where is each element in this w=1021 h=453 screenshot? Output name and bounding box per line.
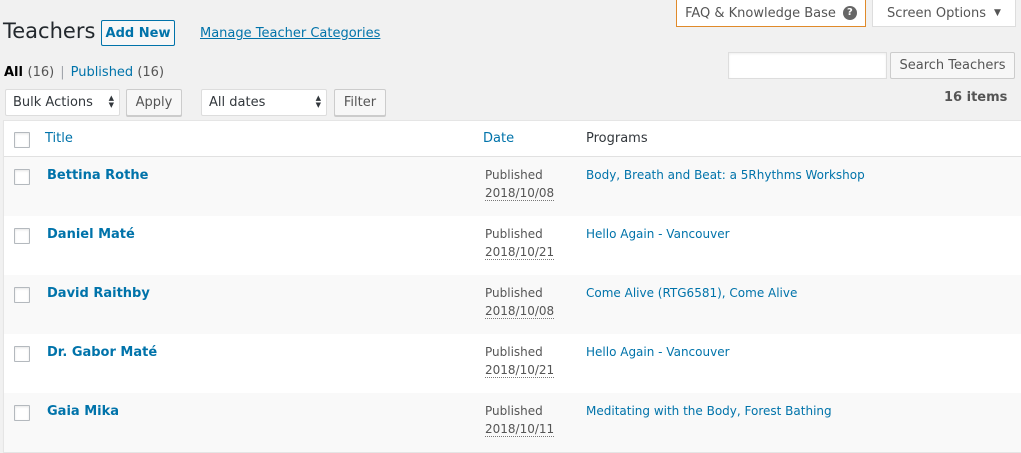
- bulk-actions-value: Bulk Actions: [13, 95, 93, 110]
- status-views: All (16) | Published (16): [4, 65, 164, 80]
- date-filter-select[interactable]: All dates ▲ ▼: [201, 89, 327, 116]
- table-header: Title Date Programs: [4, 121, 1021, 157]
- table-row: Dr. Gabor Maté Published 2018/10/21 Hell…: [4, 334, 1021, 393]
- faq-label: FAQ & Knowledge Base: [685, 5, 836, 21]
- row-checkbox[interactable]: [14, 346, 30, 362]
- caret-down-icon: ▼: [994, 8, 1001, 18]
- views-separator: |: [60, 65, 65, 80]
- question-circle-icon: ?: [842, 6, 857, 20]
- column-title-sort[interactable]: Title: [45, 131, 73, 146]
- table-row: Daniel Maté Published 2018/10/21 Hello A…: [4, 216, 1021, 275]
- items-count: 16 items: [944, 90, 1008, 105]
- teacher-name-link[interactable]: Bettina Rothe: [47, 168, 148, 183]
- screen-options-label: Screen Options: [887, 5, 987, 21]
- bulk-actions-select[interactable]: Bulk Actions ▲ ▼: [5, 89, 120, 116]
- screen-options-tab[interactable]: Screen Options ▼: [872, 0, 1016, 27]
- post-status: Published: [485, 345, 543, 359]
- post-date: 2018/10/11: [485, 422, 555, 437]
- post-date: 2018/10/21: [485, 245, 555, 260]
- view-published-link[interactable]: Published (16): [71, 65, 164, 80]
- view-all-link[interactable]: All (16): [4, 65, 54, 80]
- select-arrows-icon: ▲ ▼: [108, 94, 114, 109]
- add-new-button[interactable]: Add New: [101, 20, 175, 46]
- row-checkbox[interactable]: [14, 405, 30, 421]
- post-date: 2018/10/08: [485, 186, 555, 201]
- teacher-name-link[interactable]: Dr. Gabor Maté: [47, 345, 157, 360]
- post-status: Published: [485, 286, 543, 300]
- published-count: (16): [137, 65, 165, 80]
- row-checkbox[interactable]: [14, 287, 30, 303]
- programs-link[interactable]: Meditating with the Body, Forest Bathing: [586, 404, 832, 418]
- teachers-table: Title Date Programs Bettina Rothe Publis…: [3, 120, 1021, 453]
- manage-teacher-categories-link[interactable]: Manage Teacher Categories: [200, 26, 380, 41]
- programs-link[interactable]: Hello Again - Vancouver: [586, 227, 730, 241]
- teacher-name-link[interactable]: Daniel Maté: [47, 227, 135, 242]
- column-programs: Programs: [586, 131, 648, 146]
- post-status: Published: [485, 227, 543, 241]
- filter-button[interactable]: Filter: [334, 89, 386, 116]
- post-date: 2018/10/08: [485, 304, 555, 319]
- date-filter-value: All dates: [209, 95, 266, 110]
- select-arrows-icon: ▲ ▼: [315, 94, 321, 109]
- table-row: David Raithby Published 2018/10/08 Come …: [4, 275, 1021, 334]
- table-row: Bettina Rothe Published 2018/10/08 Body,…: [4, 157, 1021, 216]
- programs-link[interactable]: Come Alive (RTG6581), Come Alive: [586, 286, 797, 300]
- apply-button[interactable]: Apply: [126, 89, 182, 116]
- select-all-checkbox[interactable]: [14, 132, 30, 148]
- search-teachers-input[interactable]: [728, 52, 887, 79]
- programs-link[interactable]: Hello Again - Vancouver: [586, 345, 730, 359]
- column-date-sort[interactable]: Date: [483, 131, 514, 146]
- search-teachers-button[interactable]: Search Teachers: [890, 52, 1015, 79]
- all-count: (16): [27, 65, 55, 80]
- teacher-name-link[interactable]: David Raithby: [47, 286, 150, 301]
- teacher-name-link[interactable]: Gaia Mika: [47, 404, 119, 419]
- row-checkbox[interactable]: [14, 228, 30, 244]
- post-status: Published: [485, 404, 543, 418]
- table-row: Gaia Mika Published 2018/10/11 Meditatin…: [4, 393, 1021, 452]
- post-date: 2018/10/21: [485, 363, 555, 378]
- page-title: Teachers: [3, 19, 96, 43]
- row-checkbox[interactable]: [14, 169, 30, 185]
- post-status: Published: [485, 168, 543, 182]
- faq-knowledge-base-tab[interactable]: FAQ & Knowledge Base ?: [676, 0, 866, 27]
- programs-link[interactable]: Body, Breath and Beat: a 5Rhythms Worksh…: [586, 168, 865, 182]
